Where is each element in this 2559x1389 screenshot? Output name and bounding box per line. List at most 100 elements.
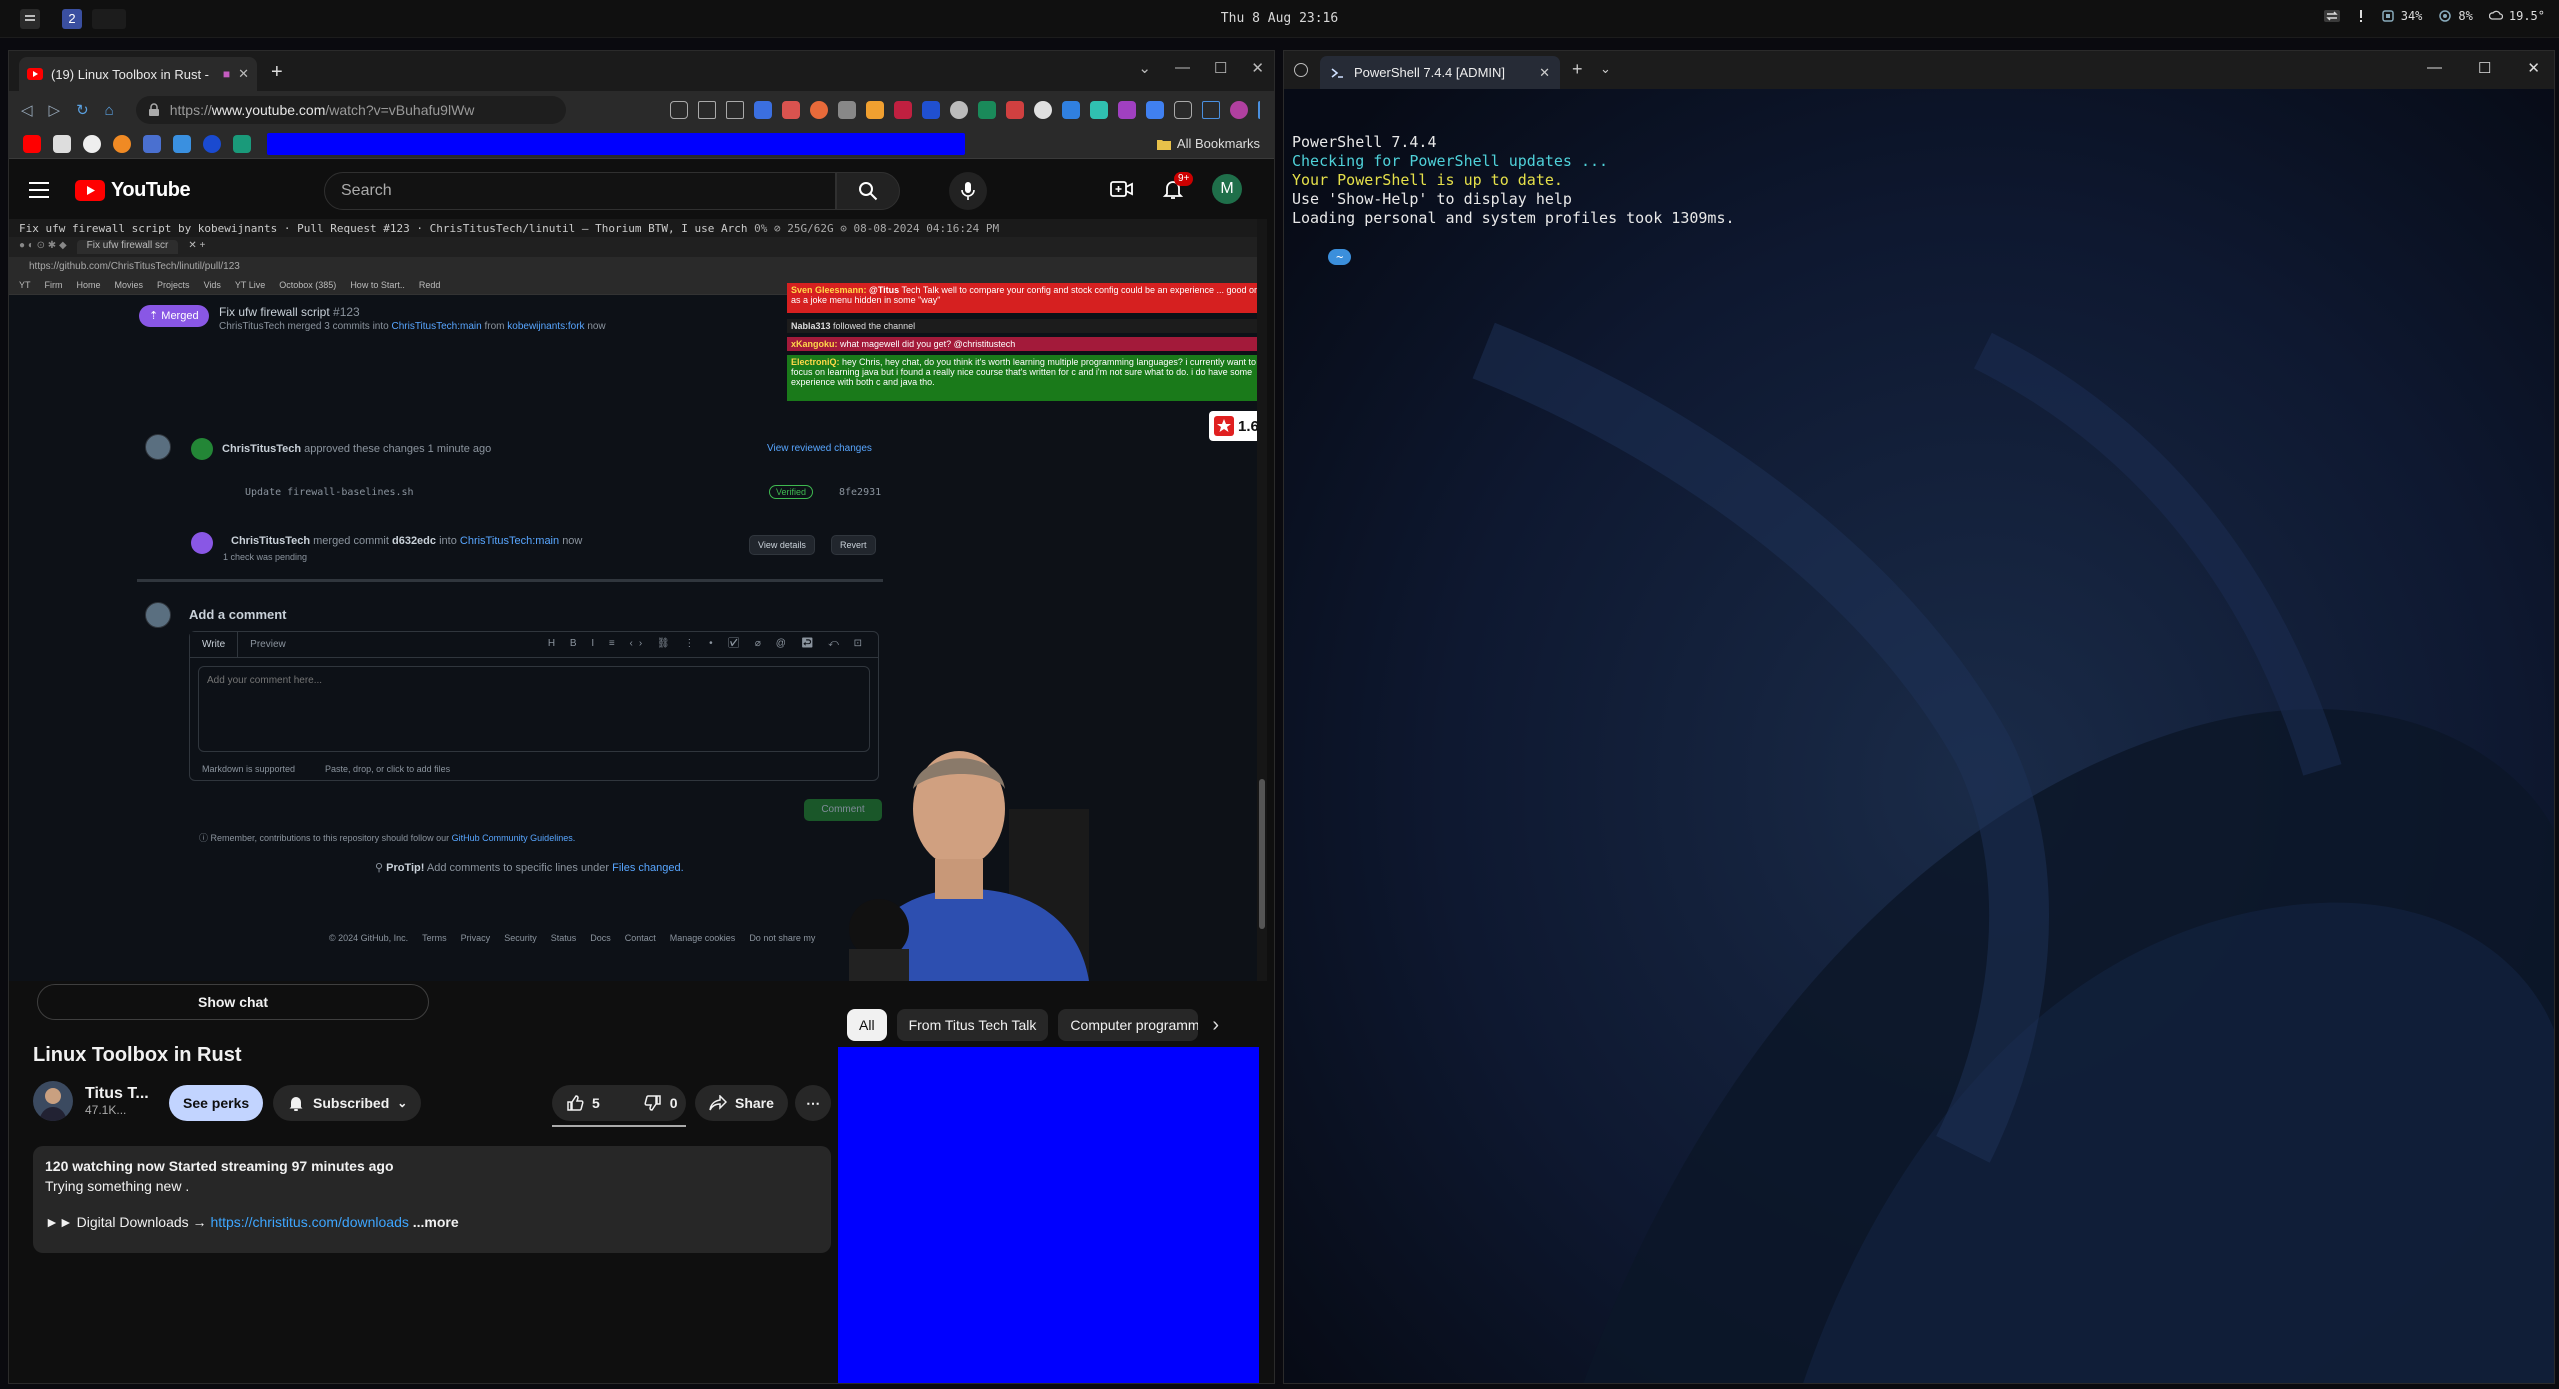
profile-avatar-icon[interactable]: [1230, 101, 1248, 119]
extension-icon-15[interactable]: [1146, 101, 1164, 119]
video-description[interactable]: 120 watching now Started streaming 97 mi…: [33, 1146, 831, 1253]
stream-window-title: Fix ufw firewall script by kobewijnants …: [9, 219, 1267, 237]
extension-icon-1[interactable]: [754, 101, 772, 119]
tab-close-icon[interactable]: ✕: [238, 66, 249, 82]
network-switch-icon[interactable]: [2323, 9, 2341, 23]
view-details-button: View details: [749, 535, 815, 555]
extension-icon-7[interactable]: [922, 101, 940, 119]
stream-tab-bar: ● ◐ ⊙ ✱ ◆ Fix ufw firewall scr ✕ +: [9, 237, 1267, 257]
extension-icon-11[interactable]: [1034, 101, 1052, 119]
bookmark-github-icon[interactable]: [83, 134, 101, 153]
bell-ringing-icon: [289, 1097, 303, 1111]
bookmark-2-icon[interactable]: [53, 134, 71, 153]
terminal-maximize-icon[interactable]: ☐: [2478, 59, 2491, 77]
chips-next-chevron-icon[interactable]: ›: [1212, 1009, 1219, 1041]
terminal-minimize-icon[interactable]: —: [2427, 59, 2442, 77]
weather-indicator[interactable]: 19.5°: [2488, 9, 2545, 23]
reload-icon[interactable]: ↻: [76, 101, 89, 119]
channel-name[interactable]: Titus T...: [85, 1085, 149, 1103]
extension-icon-12[interactable]: [1062, 101, 1080, 119]
downloads-link[interactable]: https://christitus.com/downloads: [210, 1214, 408, 1230]
back-icon[interactable]: ◁: [21, 101, 33, 119]
browser-tab-youtube[interactable]: (19) Linux Toolbox in Rust - ■ ✕: [19, 57, 257, 91]
terminal-close-icon[interactable]: ✕: [2527, 59, 2540, 77]
minimize-icon[interactable]: —: [1175, 59, 1190, 77]
create-video-icon[interactable]: [1110, 179, 1134, 199]
hamburger-menu-icon[interactable]: [29, 181, 53, 199]
review-event: ChrisTitusTech approved these changes 1 …: [222, 443, 492, 455]
browser-menu-icon[interactable]: [1258, 101, 1262, 119]
extension-icon-9[interactable]: [978, 101, 996, 119]
bookmark-star-icon[interactable]: [726, 101, 744, 119]
bookmark-8-icon[interactable]: [233, 134, 251, 153]
terminal-prompt[interactable]: ~: [1328, 249, 1352, 265]
alert-icon[interactable]: [2357, 9, 2365, 23]
site-info-icon[interactable]: [148, 103, 160, 117]
channel-avatar[interactable]: [33, 1081, 73, 1121]
tab-search-chevron-icon[interactable]: ⌄: [1138, 59, 1151, 77]
terminal-line: PowerShell 7.4.4: [1292, 133, 1437, 151]
terminal-output[interactable]: PowerShell 7.4.4 Checking for PowerShell …: [1292, 95, 1735, 285]
memory-indicator[interactable]: 8%: [2438, 9, 2473, 23]
extension-icon-4[interactable]: [838, 101, 856, 119]
extension-icon-8[interactable]: [950, 101, 968, 119]
downloads-icon[interactable]: [1174, 101, 1192, 119]
bookmark-grid-icon[interactable]: [143, 134, 161, 153]
notifications-button[interactable]: 9+: [1162, 172, 1194, 200]
search-placeholder: Search: [341, 182, 392, 199]
dislike-button[interactable]: 0: [630, 1085, 692, 1121]
home-icon[interactable]: ⌂: [105, 102, 114, 119]
chip-all[interactable]: All: [847, 1009, 887, 1041]
terminal-new-tab-button[interactable]: +: [1572, 59, 1583, 80]
extension-icon-10[interactable]: [1006, 101, 1024, 119]
close-window-icon[interactable]: ✕: [1251, 59, 1264, 77]
all-bookmarks-button[interactable]: All Bookmarks: [1156, 136, 1260, 151]
like-dislike-group: 5 0: [552, 1085, 686, 1127]
video-player[interactable]: Fix ufw firewall script by kobewijnants …: [9, 219, 1267, 981]
revert-button: Revert: [831, 535, 876, 555]
forward-icon[interactable]: ▷: [49, 101, 61, 119]
terminal-tab-powershell[interactable]: PowerShell 7.4.4 [ADMIN] ✕: [1320, 56, 1560, 89]
install-app-icon[interactable]: [670, 101, 688, 119]
extension-icon-13[interactable]: [1090, 101, 1108, 119]
youtube-logo[interactable]: YouTube: [75, 179, 191, 202]
powershell-icon: [1331, 67, 1343, 78]
side-panel-icon[interactable]: [1202, 101, 1220, 119]
chip-computer-programming[interactable]: Computer programm: [1058, 1009, 1199, 1041]
share-button[interactable]: Share: [695, 1085, 788, 1121]
reviewer-avatar: [145, 434, 171, 460]
tab-media-icon[interactable]: ■: [223, 67, 230, 81]
account-avatar[interactable]: M: [1212, 174, 1242, 204]
more-actions-button[interactable]: ⋯: [795, 1085, 831, 1121]
address-bar[interactable]: https://www.youtube.com/watch?v=vBuhafu9…: [135, 96, 566, 124]
browser-toolbar: ◁ ▷ ↻ ⌂ https://www.youtube.com/watch?v=…: [9, 91, 1274, 129]
terminal-tab-close-icon[interactable]: ✕: [1539, 65, 1550, 81]
show-chat-button[interactable]: Show chat: [37, 984, 429, 1020]
description-stats: 120 watching now Started streaming 97 mi…: [45, 1158, 394, 1174]
cpu-indicator[interactable]: 34%: [2381, 9, 2422, 23]
bookmark-youtube-icon[interactable]: [23, 134, 41, 153]
like-button[interactable]: 5: [552, 1085, 614, 1121]
bookmark-7-icon[interactable]: [203, 134, 221, 153]
extension-icon-5[interactable]: [866, 101, 884, 119]
system-clock[interactable]: Thu 8 Aug 23:16: [0, 11, 2559, 26]
bookmark-6-icon[interactable]: [173, 134, 191, 153]
extension-icon-2[interactable]: [782, 101, 800, 119]
extension-icon-3[interactable]: [810, 101, 828, 119]
see-perks-button[interactable]: See perks: [169, 1085, 264, 1121]
thumbs-down-icon: [644, 1095, 661, 1111]
extension-icon-14[interactable]: [1118, 101, 1136, 119]
voice-search-button[interactable]: [949, 172, 987, 210]
subscribed-button[interactable]: Subscribed ⌄: [273, 1085, 422, 1121]
description-more[interactable]: ...more: [413, 1214, 459, 1230]
extension-icon-6[interactable]: [894, 101, 912, 119]
chip-from-channel[interactable]: From Titus Tech Talk: [896, 1009, 1049, 1041]
bookmark-cloud-icon[interactable]: [113, 134, 131, 153]
search-icon: [859, 182, 878, 201]
search-button[interactable]: [836, 172, 900, 210]
search-input[interactable]: Search: [324, 172, 836, 210]
terminal-dropdown-icon[interactable]: ⌄: [1600, 61, 1611, 77]
new-tab-button[interactable]: +: [271, 61, 283, 84]
share-page-icon[interactable]: [698, 101, 716, 119]
maximize-icon[interactable]: ☐: [1214, 59, 1227, 77]
